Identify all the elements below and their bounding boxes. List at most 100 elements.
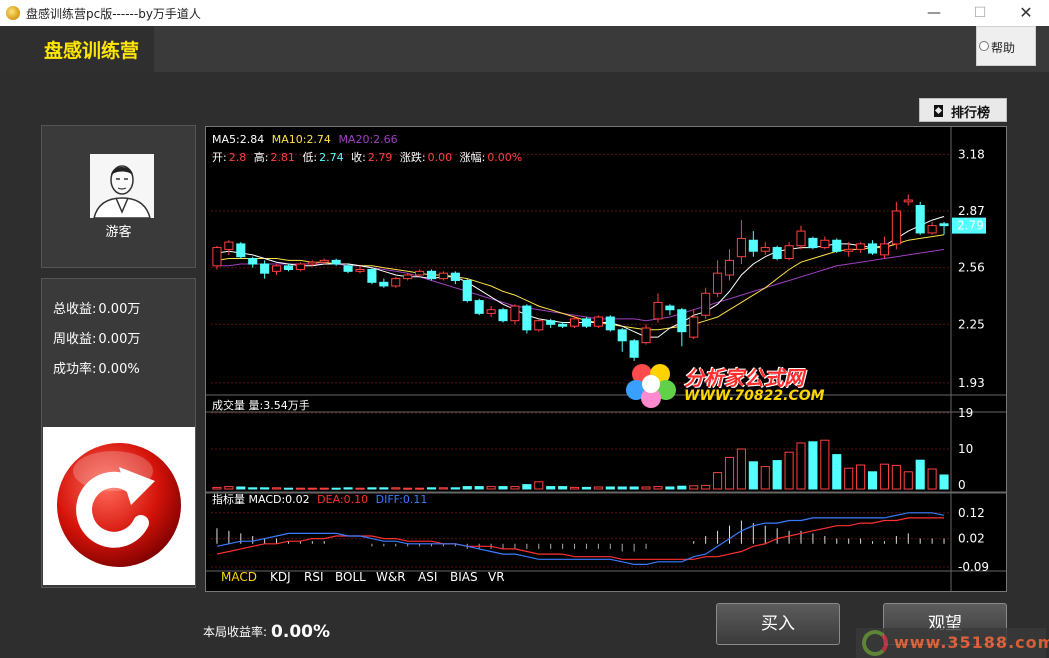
change-label: 涨跌: xyxy=(400,150,426,164)
volume-bar xyxy=(677,485,687,490)
volume-bar xyxy=(331,487,341,490)
help-toggle[interactable]: 帮助 xyxy=(976,26,1036,66)
ma10-legend: MA10:2.74 xyxy=(272,133,331,146)
stat-label: 成功率: xyxy=(53,362,97,377)
volume-bar xyxy=(450,487,460,490)
help-radio-icon[interactable] xyxy=(979,41,989,51)
minimize-button[interactable]: — xyxy=(914,2,954,24)
candle-body xyxy=(891,210,901,245)
volume-legend: 成交量 量:3.54万手 xyxy=(212,398,310,412)
indicator-tab-boll[interactable]: BOLL xyxy=(335,570,366,584)
indicator-tab-wr[interactable]: W&R xyxy=(376,570,406,584)
volume-bar xyxy=(260,487,270,490)
candle-body xyxy=(832,239,842,252)
candle-body xyxy=(260,263,270,274)
watermark-circle-icon xyxy=(862,630,888,656)
brand-tab: 盘感训练营 xyxy=(0,26,154,72)
stats-panel: 总收益: 0.00万 周收益: 0.00万 成功率: 0.00% xyxy=(41,278,196,588)
pct-label: 涨幅: xyxy=(460,151,486,164)
indicator-tab-rsi[interactable]: RSI xyxy=(304,570,324,584)
macd-tick: 0.02 xyxy=(958,532,985,546)
volume-bar xyxy=(939,474,949,490)
volume-bar xyxy=(713,472,723,490)
price-tick: 2.56 xyxy=(958,261,985,275)
candle-body xyxy=(546,320,556,325)
profit-value: 0.00% xyxy=(271,622,331,642)
volume-bar xyxy=(212,486,222,490)
candle-body xyxy=(272,265,282,272)
watermark-url: WWW.70822.COM xyxy=(684,388,825,404)
volume-bar xyxy=(546,486,556,490)
volume-bar xyxy=(772,460,782,490)
candle-body xyxy=(248,258,258,265)
candle-body xyxy=(438,272,448,280)
candle-body xyxy=(641,327,651,344)
ma5-legend: MA5:2.84 xyxy=(212,133,264,146)
candle-body xyxy=(593,316,603,327)
volume-bar xyxy=(295,487,305,490)
person-avatar-icon xyxy=(90,154,154,218)
candle-body xyxy=(867,243,878,254)
candle-body xyxy=(498,309,508,322)
candle-body xyxy=(748,239,758,252)
candle-body xyxy=(224,241,234,250)
buy-button[interactable]: 买入 xyxy=(716,603,840,645)
pct-value: 0.00% xyxy=(487,151,522,164)
candle-body xyxy=(903,199,913,203)
candle-body xyxy=(581,318,592,327)
volume-bar xyxy=(403,487,413,490)
volume-bar xyxy=(760,466,770,490)
macd-legend: 指标量 MACD:0.02 DEA:0.10 DIFF:0.11 xyxy=(212,492,427,506)
macd-tick: -0.09 xyxy=(958,560,989,574)
restart-button[interactable] xyxy=(43,427,195,585)
volume-bar xyxy=(653,486,663,490)
round-profit: 本局收益率: 0.00% xyxy=(203,621,331,642)
indicator-tab-bias[interactable]: BIAS xyxy=(450,570,478,584)
indicator-tab-asi[interactable]: ASI xyxy=(418,570,437,584)
price-tick: 3.18 xyxy=(958,147,985,161)
volume-bar xyxy=(283,487,294,490)
avatar[interactable] xyxy=(90,154,154,218)
volume-bar xyxy=(307,487,317,490)
maximize-button[interactable]: ☐ xyxy=(960,2,1000,24)
volume-bar xyxy=(248,487,258,490)
title-bar: 盘感训练营pc版------by万手道人 — ☐ ✕ xyxy=(0,0,1049,26)
candle-body xyxy=(844,248,854,252)
candle-body xyxy=(820,239,830,249)
candle-body xyxy=(689,316,699,338)
candle-body xyxy=(367,269,377,283)
candle-body xyxy=(426,270,437,280)
volume-bar xyxy=(844,467,854,490)
open-value: 2.8 xyxy=(229,151,247,164)
current-price-label: 2.79 xyxy=(957,219,984,233)
stat-label: 总收益: xyxy=(53,302,97,317)
volume-tick: 19 xyxy=(958,406,973,420)
low-label: 低: xyxy=(302,151,317,164)
indicator-tab-vr[interactable]: VR xyxy=(488,570,505,584)
volume-bar xyxy=(832,454,842,490)
stock-chart[interactable]: 3.18 2.87 2.56 2.25 1.93 19 10 0 0.12 0.02 -0.09 2.… xyxy=(205,126,1007,592)
bookmark-icon xyxy=(934,105,943,117)
indicator-tab-kdj[interactable]: KDJ xyxy=(270,570,291,584)
volume-bar xyxy=(903,471,913,490)
price-tick: 1.93 xyxy=(958,376,985,390)
close-value: 2.79 xyxy=(368,151,393,164)
candle-body xyxy=(796,230,806,247)
watermark-title: 分析家公式网 xyxy=(684,366,804,390)
volume-bar xyxy=(629,486,639,490)
volume-bar xyxy=(808,441,818,490)
volume-bar xyxy=(605,486,615,490)
candle-body xyxy=(462,279,472,302)
ranking-button[interactable]: 排行榜 xyxy=(919,98,1007,122)
dea-value: DEA:0.10 xyxy=(317,493,368,506)
volume-bar xyxy=(534,481,544,490)
candle-body xyxy=(391,278,401,287)
indicator-tab-macd[interactable]: MACD xyxy=(221,570,257,584)
candle-body xyxy=(701,292,711,316)
close-button[interactable]: ✕ xyxy=(1006,2,1046,24)
volume-bar xyxy=(391,487,401,490)
candle-body xyxy=(403,274,413,280)
volume-bar xyxy=(569,486,580,490)
candle-body xyxy=(415,270,425,276)
volume-bars xyxy=(212,439,949,490)
